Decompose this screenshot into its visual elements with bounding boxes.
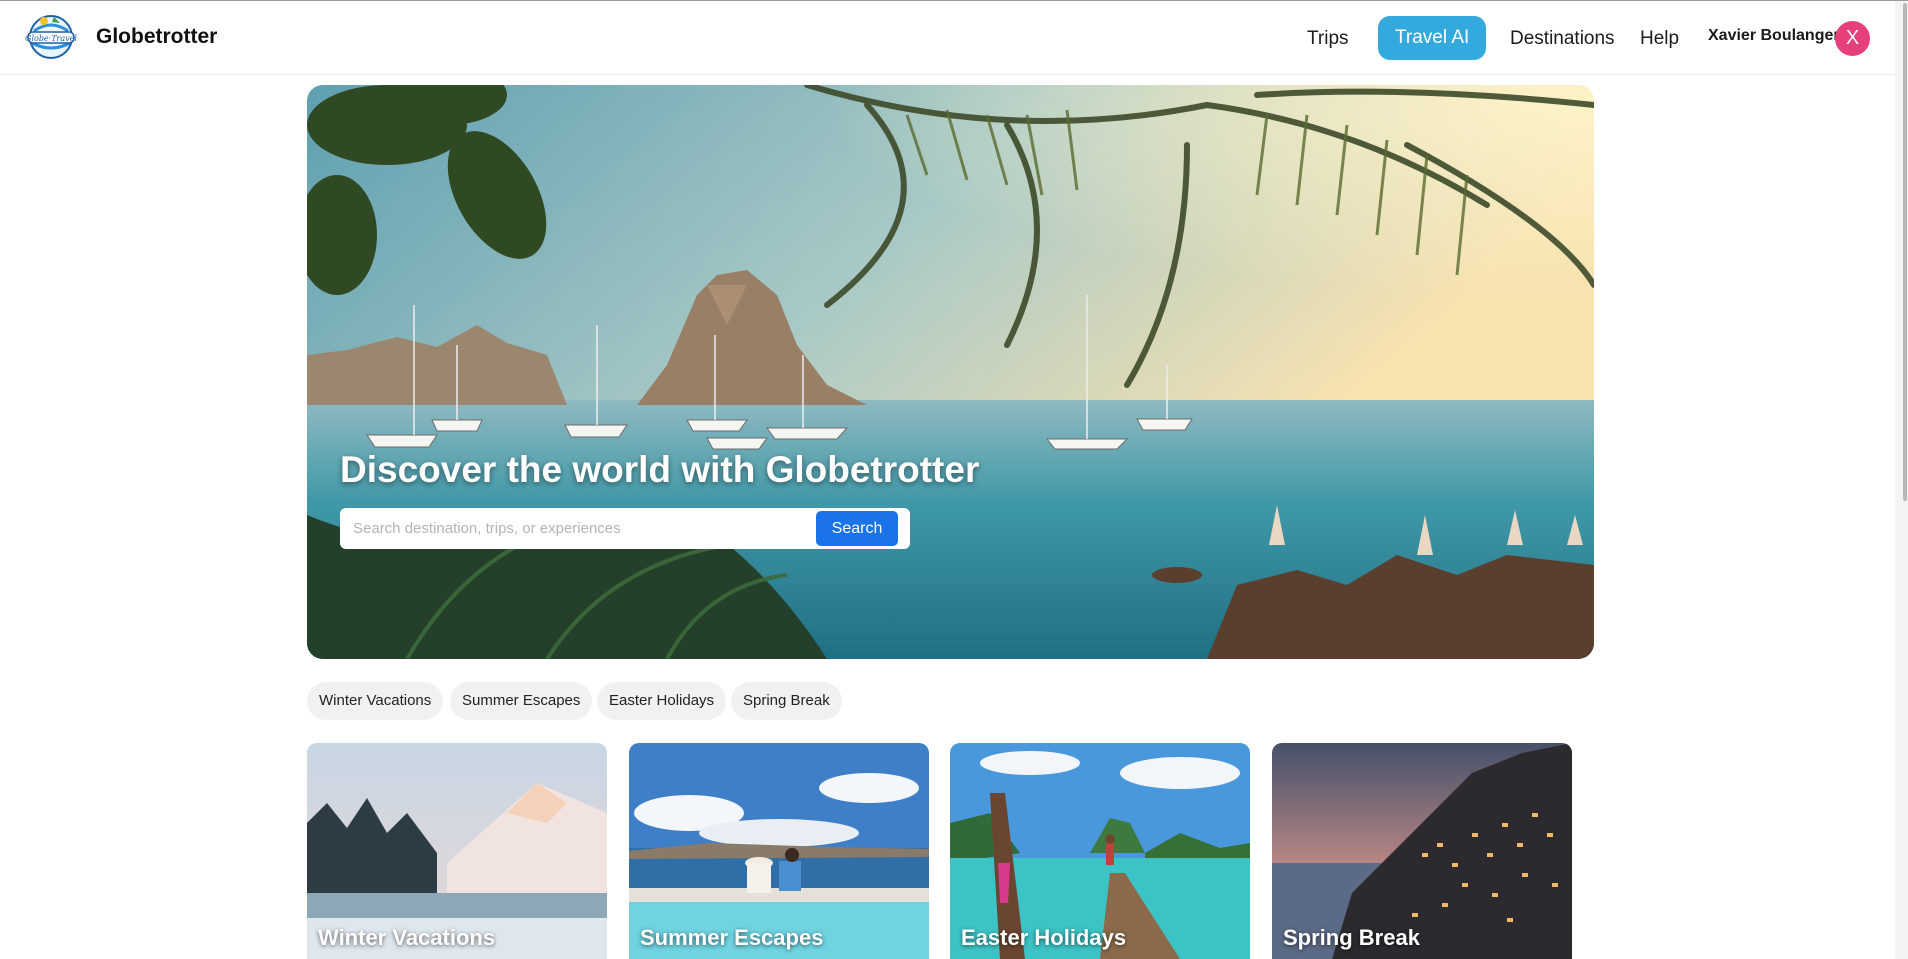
brand-name[interactable]: Globetrotter <box>96 25 217 49</box>
scrollbar-thumb[interactable] <box>1903 3 1907 501</box>
card-title: Easter Holidays <box>961 925 1127 950</box>
filter-chip-summer-escapes[interactable]: Summer Escapes <box>450 682 593 720</box>
card-title: Summer Escapes <box>640 925 824 950</box>
nav-travel-ai[interactable]: Travel AI <box>1378 16 1487 60</box>
search-input[interactable] <box>346 512 806 545</box>
card-easter-holidays[interactable]: Easter Holidays <box>950 743 1250 959</box>
avatar[interactable]: X <box>1835 21 1870 56</box>
hero-banner: Discover the world with Globetrotter Sea… <box>307 85 1594 659</box>
card-spring-break[interactable]: Spring Break <box>1272 743 1572 959</box>
hero-title: Discover the world with Globetrotter <box>340 449 980 490</box>
filter-chip-winter-vacations[interactable]: Winter Vacations <box>307 682 444 720</box>
nav-help[interactable]: Help <box>1640 17 1679 61</box>
site-header: Globe·Travel Globetrotter Trips Travel A… <box>0 1 1895 75</box>
search-button[interactable]: Search <box>816 511 898 546</box>
nav-destinations[interactable]: Destinations <box>1510 17 1615 61</box>
card-summer-escapes[interactable]: Summer Escapes <box>629 743 929 959</box>
svg-text:Globe·Travel: Globe·Travel <box>25 34 77 43</box>
filter-chip-easter-holidays[interactable]: Easter Holidays <box>597 682 727 720</box>
search-bar: Search <box>340 508 910 549</box>
card-title: Spring Break <box>1283 925 1420 950</box>
nav-trips[interactable]: Trips <box>1307 17 1349 61</box>
user-name[interactable]: Xavier Boulanger <box>1708 27 1840 45</box>
filter-chip-spring-break[interactable]: Spring Break <box>731 682 842 720</box>
page: Globe·Travel Globetrotter Trips Travel A… <box>0 0 1908 959</box>
card-winter-vacations[interactable]: Winter Vacations <box>307 743 607 959</box>
hero-background-image <box>307 85 1594 659</box>
globe-travel-logo-icon[interactable]: Globe·Travel <box>24 13 78 61</box>
card-title: Winter Vacations <box>318 925 496 950</box>
